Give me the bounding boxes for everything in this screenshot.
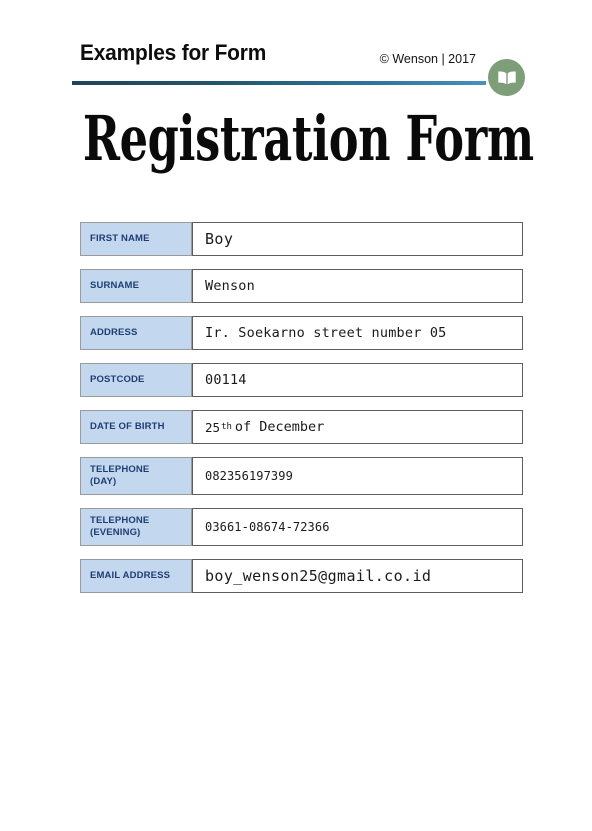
table-row: SURNAME Wenson [80,269,523,303]
field-value-surname[interactable]: Wenson [192,269,523,303]
label-text: TELEPHONE [90,515,150,526]
brand-title: Examples for Form [80,40,267,65]
field-label-first-name: FIRST NAME [80,222,192,256]
header-divider-rule [72,81,486,85]
label-text: FIRST NAME [90,233,150,244]
table-row: TELEPHONE (DAY) 082356197399 [80,457,523,495]
label-text: ADDRESS [90,327,138,338]
table-row: ADDRESS Ir. Soekarno street number 05 [80,316,523,350]
field-value-date-of-birth[interactable]: 25th of December [192,410,523,444]
label-text: EMAIL ADDRESS [90,570,171,581]
open-book-icon [497,70,517,86]
field-label-telephone-evening: TELEPHONE (EVENING) [80,508,192,546]
label-text-secondary: (DAY) [90,476,117,487]
table-row: TELEPHONE (EVENING) 03661-08674-72366 [80,508,523,546]
page-title: Registration Form [82,102,534,175]
field-value-telephone-day[interactable]: 082356197399 [192,457,523,495]
dob-month: of December [234,419,325,435]
document-page: Examples for Form © Wenson | 2017 Regist… [0,0,592,831]
field-value-email-address[interactable]: boy_wenson25@gmail.co.id [192,559,523,593]
field-label-address: ADDRESS [80,316,192,350]
copyright-notice: © Wenson | 2017 [379,52,476,66]
field-label-telephone-day: TELEPHONE (DAY) [80,457,192,495]
label-text-secondary: (EVENING) [90,527,141,538]
table-row: POSTCODE 00114 [80,363,523,397]
field-value-telephone-evening[interactable]: 03661-08674-72366 [192,508,523,546]
field-label-surname: SURNAME [80,269,192,303]
label-text: TELEPHONE [90,464,150,475]
table-row: DATE OF BIRTH 25th of December [80,410,523,444]
logo-badge [488,59,525,96]
table-row: FIRST NAME Boy [80,222,523,256]
registration-form: FIRST NAME Boy SURNAME Wenson ADDRESS Ir… [80,222,523,606]
dob-day: 25 [205,419,221,435]
dob-ordinal-suffix: th [221,422,232,432]
field-value-address[interactable]: Ir. Soekarno street number 05 [192,316,523,350]
field-label-email-address: EMAIL ADDRESS [80,559,192,593]
label-text: DATE OF BIRTH [90,421,165,432]
label-text: POSTCODE [90,374,145,385]
header-row: Examples for Form © Wenson | 2017 [72,40,520,84]
field-value-postcode[interactable]: 00114 [192,363,523,397]
page-header: Examples for Form © Wenson | 2017 [72,40,525,96]
table-row: EMAIL ADDRESS boy_wenson25@gmail.co.id [80,559,523,593]
label-text: SURNAME [90,280,140,291]
field-value-first-name[interactable]: Boy [192,222,523,256]
field-label-date-of-birth: DATE OF BIRTH [80,410,192,444]
field-label-postcode: POSTCODE [80,363,192,397]
